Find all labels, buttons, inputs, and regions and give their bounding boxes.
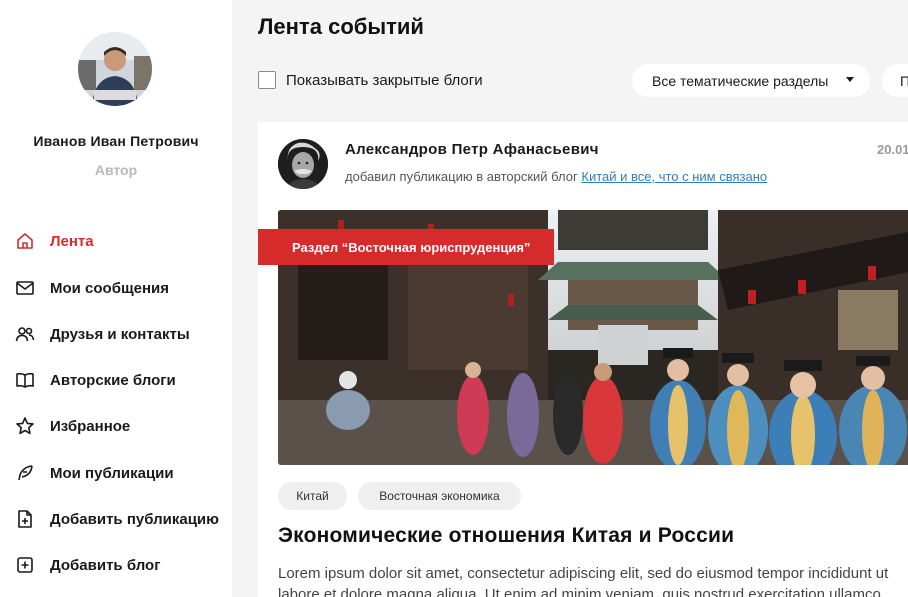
- tag-china[interactable]: Китай: [278, 482, 347, 510]
- second-select-value: П: [900, 72, 908, 89]
- action-text: добавил публикацию в авторский блог: [345, 169, 582, 184]
- book-icon: [14, 369, 36, 391]
- sidebar: Иванов Иван Петрович Автор Лента Мои соо…: [0, 0, 232, 597]
- sidebar-item-label: Мои сообщения: [50, 279, 170, 297]
- sidebar-item-blogs[interactable]: Авторские блоги: [14, 363, 176, 397]
- user-role: Автор: [94, 162, 138, 178]
- sidebar-item-label: Избранное: [50, 417, 131, 435]
- excerpt-line: Lorem ipsum dolor sit amet, consectetur …: [278, 565, 889, 582]
- feather-icon: [14, 462, 36, 484]
- sidebar-item-label: Добавить блог: [50, 556, 161, 574]
- sidebar-item-favorites[interactable]: Избранное: [14, 409, 130, 443]
- sidebar-item-messages[interactable]: Мои сообщения: [14, 271, 169, 305]
- author-action: добавил публикацию в авторский блог Кита…: [345, 169, 767, 184]
- user-name: Иванов Иван Петрович: [33, 133, 199, 149]
- page-title: Лента событий: [258, 14, 424, 39]
- show-closed-label[interactable]: Показывать закрытые блоги: [286, 72, 483, 89]
- star-icon: [14, 415, 36, 437]
- blog-link[interactable]: Китай и все, что с ним связано: [581, 169, 767, 184]
- sidebar-item-label: Друзья и контакты: [50, 325, 190, 343]
- post-card: Александров Петр Афанасьевич добавил пуб…: [258, 122, 908, 597]
- sidebar-item-add-blog[interactable]: Добавить блог: [14, 548, 160, 582]
- home-icon: [14, 230, 36, 252]
- sidebar-item-label: Лента: [50, 232, 94, 250]
- post-date: 20.01: [877, 142, 908, 157]
- tag-eastern-economy[interactable]: Восточная экономика: [358, 482, 521, 510]
- sidebar-item-add-publication[interactable]: Добавить публикацию: [14, 502, 219, 536]
- sidebar-item-feed[interactable]: Лента: [14, 224, 94, 258]
- post-excerpt: Lorem ipsum dolor sit amet, consectetur …: [278, 563, 908, 597]
- post-title[interactable]: Экономические отношения Китая и России: [278, 524, 734, 548]
- section-badge[interactable]: Раздел “Восточная юриспруденция”: [258, 229, 554, 265]
- section-select-value: Все тематические разделы: [652, 72, 829, 89]
- author-avatar[interactable]: [278, 139, 328, 189]
- sidebar-item-friends[interactable]: Друзья и контакты: [14, 317, 190, 351]
- author-name[interactable]: Александров Петр Афанасьевич: [345, 141, 599, 158]
- users-icon: [14, 323, 36, 345]
- sidebar-item-label: Добавить публикацию: [50, 510, 219, 528]
- second-select[interactable]: П: [882, 64, 908, 97]
- show-closed-checkbox[interactable]: [258, 71, 276, 89]
- sidebar-item-label: Авторские блоги: [50, 371, 176, 389]
- file-plus-icon: [14, 508, 36, 530]
- excerpt-line: labore et dolore magna aliqua. Ut enim a…: [278, 586, 881, 597]
- caret-down-icon: [846, 77, 854, 82]
- sidebar-item-label: Мои публикации: [50, 464, 174, 482]
- square-plus-icon: [14, 554, 36, 576]
- user-avatar[interactable]: [78, 32, 152, 106]
- section-select[interactable]: Все тематические разделы: [632, 64, 870, 97]
- mail-icon: [14, 277, 36, 299]
- sidebar-item-my-publications[interactable]: Мои публикации: [14, 456, 174, 490]
- filter-row: Показывать закрытые блоги Все тематическ…: [258, 64, 908, 98]
